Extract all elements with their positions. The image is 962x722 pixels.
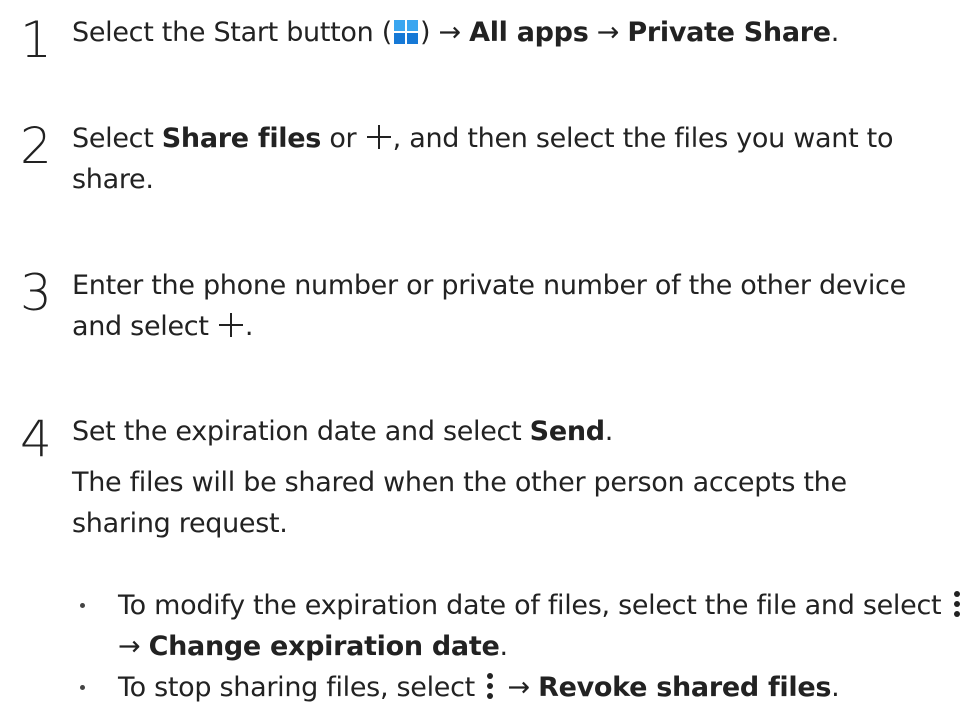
step-number: 3: [20, 264, 52, 322]
step-number: 2: [20, 117, 52, 175]
more-options-icon: [485, 672, 495, 700]
button-label-send: Send: [529, 416, 605, 447]
step-text: Set the expiration date and select Send.: [72, 411, 952, 452]
bullet-text-part: .: [499, 631, 508, 662]
windows-start-icon: [393, 20, 418, 44]
step-note: The files will be shared when the other …: [72, 467, 847, 539]
step-text-part: ) →: [419, 17, 470, 48]
bullet-dot: [80, 685, 85, 690]
step-number: 4: [20, 410, 52, 468]
step-text-part: .: [244, 311, 254, 342]
step-text-part: .: [830, 17, 840, 48]
menu-item-all-apps: All apps: [469, 17, 589, 48]
bullet-text-part: →: [118, 631, 149, 662]
bullet-text-part: →: [499, 672, 539, 703]
menu-item-revoke-shared-files: Revoke shared files: [538, 672, 832, 703]
more-options-icon: [952, 590, 962, 618]
menu-item-change-expiration-date: Change expiration date: [148, 631, 500, 662]
plus-icon: [218, 313, 243, 337]
bullet-text-part: To modify the expiration date of files, …: [118, 590, 950, 621]
step-text-part: →: [588, 17, 628, 48]
step-text-part: .: [604, 416, 614, 447]
step-text: Select Share files or , and then select …: [72, 118, 952, 200]
plus-icon: [366, 125, 391, 149]
step-text-part: Select: [72, 123, 162, 154]
step-text: Enter the phone number or private number…: [72, 265, 952, 347]
step-text-part: Enter the phone number or private number…: [72, 270, 906, 342]
step-text: Select the Start button () → All apps → …: [72, 12, 952, 53]
step-number: 1: [20, 11, 52, 69]
bullet-text: To stop sharing files, select → Revoke s…: [118, 667, 962, 708]
bullet-text-part: .: [831, 672, 840, 703]
step-text-part: or: [321, 123, 365, 154]
step-text-part: Select the Start button (: [72, 17, 392, 48]
step-text-part: Set the expiration date and select: [72, 416, 530, 447]
bullet-text-part: To stop sharing files, select: [118, 672, 484, 703]
app-name-private-share: Private Share: [627, 17, 831, 48]
button-label-share-files: Share files: [161, 123, 322, 154]
bullet-dot: [80, 603, 85, 608]
bullet-text: To modify the expiration date of files, …: [118, 585, 962, 667]
